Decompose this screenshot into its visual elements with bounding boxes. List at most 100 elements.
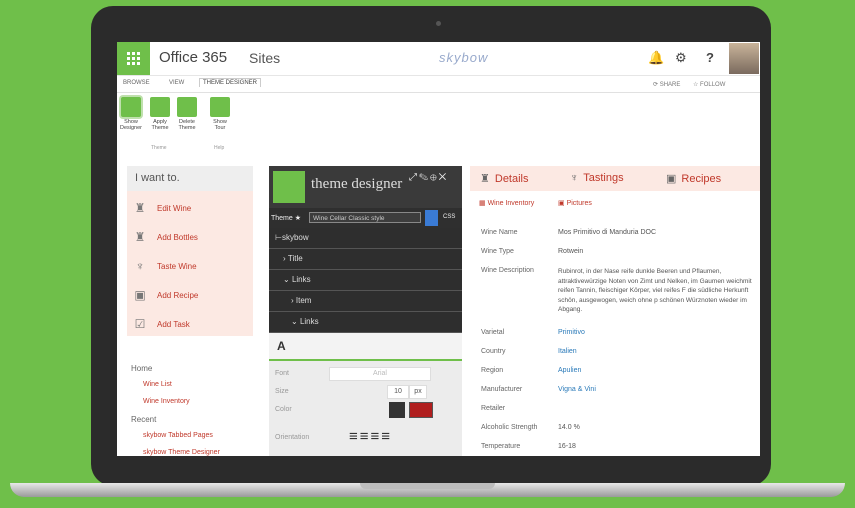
- screen: Office 365 Sites skybow 🔔 ⚙ ? BROWSE VIE…: [117, 42, 760, 456]
- action-edit-wine[interactable]: ♜ Edit Wine: [133, 198, 192, 218]
- tree-label: ⊢ skybow Action Links: [275, 228, 309, 282]
- field-label: Temperature: [481, 443, 521, 450]
- ribbon-tabs: BROWSE VIEW THEME DESIGNER ⟳ SHARE ☆ FOL…: [117, 78, 760, 92]
- theme-dropdown-button[interactable]: [425, 210, 438, 226]
- field-description: Rubinrot, in der Nase reife dunkle Beere…: [558, 268, 752, 313]
- brand-logo: skybow: [439, 50, 489, 65]
- tab-theme-designer[interactable]: THEME DESIGNER: [199, 78, 262, 87]
- size-unit[interactable]: px: [409, 385, 427, 399]
- show-designer-label: Show Designer: [119, 119, 142, 131]
- action-taste-wine[interactable]: ♆ Taste Wine: [133, 256, 197, 276]
- tab-details[interactable]: ♜ Details: [480, 172, 529, 185]
- field-label: Country: [481, 348, 506, 355]
- css-button[interactable]: CSS: [443, 214, 455, 220]
- share-button[interactable]: ⟳ SHARE: [653, 81, 680, 88]
- ribbon-group-theme: Theme: [151, 145, 167, 151]
- subtab-wine-inventory-label: Wine Inventory: [487, 200, 535, 207]
- apply-theme-button[interactable]: Apply Theme: [148, 97, 172, 131]
- designer-icon: [121, 97, 141, 117]
- prop-orientation: Orientation: [275, 434, 310, 441]
- field-value-link[interactable]: Italien: [558, 348, 577, 355]
- task-icon: ☑: [134, 317, 146, 331]
- theme-designer-panel: theme designer ⤢✎⊕✕ Theme ★ Wine Cellar …: [269, 166, 462, 456]
- show-tour-button[interactable]: Show Tour: [208, 97, 232, 131]
- field-label: Wine Description: [481, 267, 534, 274]
- field-value-link[interactable]: Primitivo: [558, 329, 585, 336]
- sites-link[interactable]: Sites: [249, 50, 280, 66]
- field-value-link[interactable]: Vigna & Vini: [558, 386, 596, 393]
- font-tool-icon[interactable]: A: [277, 339, 286, 353]
- app-launcher-icon[interactable]: [117, 42, 150, 75]
- subtab-pictures[interactable]: ▣ Pictures: [558, 199, 592, 207]
- bottle-icon: ♜: [480, 173, 490, 185]
- tree-label: › Title: [283, 249, 303, 269]
- i-want-to-panel: I want to. ♜ Edit Wine ♜ Add Bottles ♆ Tast…: [127, 166, 253, 336]
- delete-theme-button[interactable]: Delete Theme: [175, 97, 199, 131]
- show-designer-button[interactable]: Show Designer: [119, 97, 143, 131]
- app-title[interactable]: Office 365: [159, 49, 227, 66]
- settings-gear-icon[interactable]: ⚙: [675, 50, 687, 66]
- size-input[interactable]: 10: [387, 385, 409, 399]
- tab-browse[interactable]: BROWSE: [123, 80, 150, 86]
- tree-item-title[interactable]: › Title: [269, 249, 462, 270]
- apply-icon: [150, 97, 170, 117]
- designer-header: theme designer ⤢✎⊕✕: [269, 166, 462, 208]
- align-buttons-icon[interactable]: ≡≡≡≡: [349, 428, 392, 445]
- action-label: Add Task: [157, 319, 190, 329]
- theme-select[interactable]: Wine Cellar Classic style: [309, 212, 421, 223]
- tab-tastings-label: Tastings: [583, 172, 624, 184]
- follow-button[interactable]: ☆ FOLLOW: [693, 81, 725, 88]
- nav-recent[interactable]: Recent: [131, 415, 156, 424]
- tab-tastings[interactable]: ♆ Tastings: [570, 172, 624, 184]
- font-select[interactable]: Arial: [329, 367, 431, 381]
- subtab-pictures-label: Pictures: [566, 200, 592, 207]
- action-add-task[interactable]: ☑ Add Task: [133, 314, 190, 334]
- prop-color: Color: [275, 406, 292, 413]
- delete-theme-label: Delete Theme: [178, 119, 196, 131]
- recipe-icon: ▣: [666, 173, 677, 185]
- nav-wine-list[interactable]: Wine List: [143, 381, 172, 388]
- designer-logo-icon: [273, 171, 305, 203]
- subtab-wine-inventory[interactable]: ▦ Wine Inventory: [479, 199, 534, 207]
- tab-view[interactable]: VIEW: [169, 80, 184, 86]
- color-picker-icon[interactable]: [389, 402, 405, 418]
- field-value-link[interactable]: Apulien: [558, 367, 581, 374]
- tree-item-links-body[interactable]: ⌄ Links Body: [269, 270, 462, 304]
- nav-tabbed-pages[interactable]: skybow Tabbed Pages: [143, 432, 213, 439]
- field-value: 14.0 %: [558, 424, 580, 431]
- field-value: 16-18: [558, 443, 576, 450]
- tree-text: Title: [287, 254, 303, 263]
- tree-text: Links: [299, 317, 319, 326]
- field-value: Rotwein: [558, 248, 584, 255]
- tree-label: ⌄ Links: [291, 312, 319, 332]
- tree-item-item-background[interactable]: › Item background: [269, 291, 462, 325]
- tab-recipes[interactable]: ▣ Recipes: [666, 172, 721, 185]
- tree-item-action-links[interactable]: ⊢ skybow Action Links: [269, 228, 462, 282]
- details-panel: ♜ Details ♆ Tastings ▣ Recipes ▦ Wine Inven…: [470, 166, 760, 456]
- action-add-recipe[interactable]: ▣ Add Recipe: [133, 285, 198, 305]
- notification-bell-icon[interactable]: 🔔: [648, 50, 664, 66]
- ribbon: Show Designer Apply Theme Delete Theme S…: [117, 92, 760, 155]
- tree-label: › Item background: [291, 291, 338, 325]
- tree-item-links[interactable]: ⌄ Links: [269, 312, 462, 333]
- details-tabs: ♜ Details ♆ Tastings ▣ Recipes: [470, 166, 760, 191]
- designer-window-controls[interactable]: ⤢✎⊕✕: [409, 172, 448, 183]
- nav-theme-designer[interactable]: skybow Theme Designer: [143, 449, 220, 456]
- color-swatch[interactable]: [409, 402, 433, 418]
- help-icon[interactable]: ?: [706, 50, 714, 65]
- wine-bottle-icon: ♜: [134, 201, 146, 215]
- glass-icon: ♆: [570, 172, 579, 184]
- i-want-to-title: I want to.: [127, 166, 253, 191]
- glass-icon: ♆: [135, 259, 145, 273]
- field-value: Mos Primitivo di Manduria DOC: [558, 229, 657, 236]
- nav-wine-inventory[interactable]: Wine Inventory: [143, 398, 190, 405]
- tour-icon: [210, 97, 230, 117]
- prop-font: Font: [275, 370, 290, 377]
- tab-recipes-label: Recipes: [681, 173, 722, 185]
- user-avatar[interactable]: [729, 43, 759, 74]
- tree-label: ⌄ Links Body: [283, 270, 311, 304]
- nav-home[interactable]: Home: [131, 364, 152, 373]
- action-add-bottles[interactable]: ♜ Add Bottles: [133, 227, 198, 247]
- bottles-icon: ♜: [134, 230, 146, 244]
- theme-label: Theme ★: [271, 215, 302, 222]
